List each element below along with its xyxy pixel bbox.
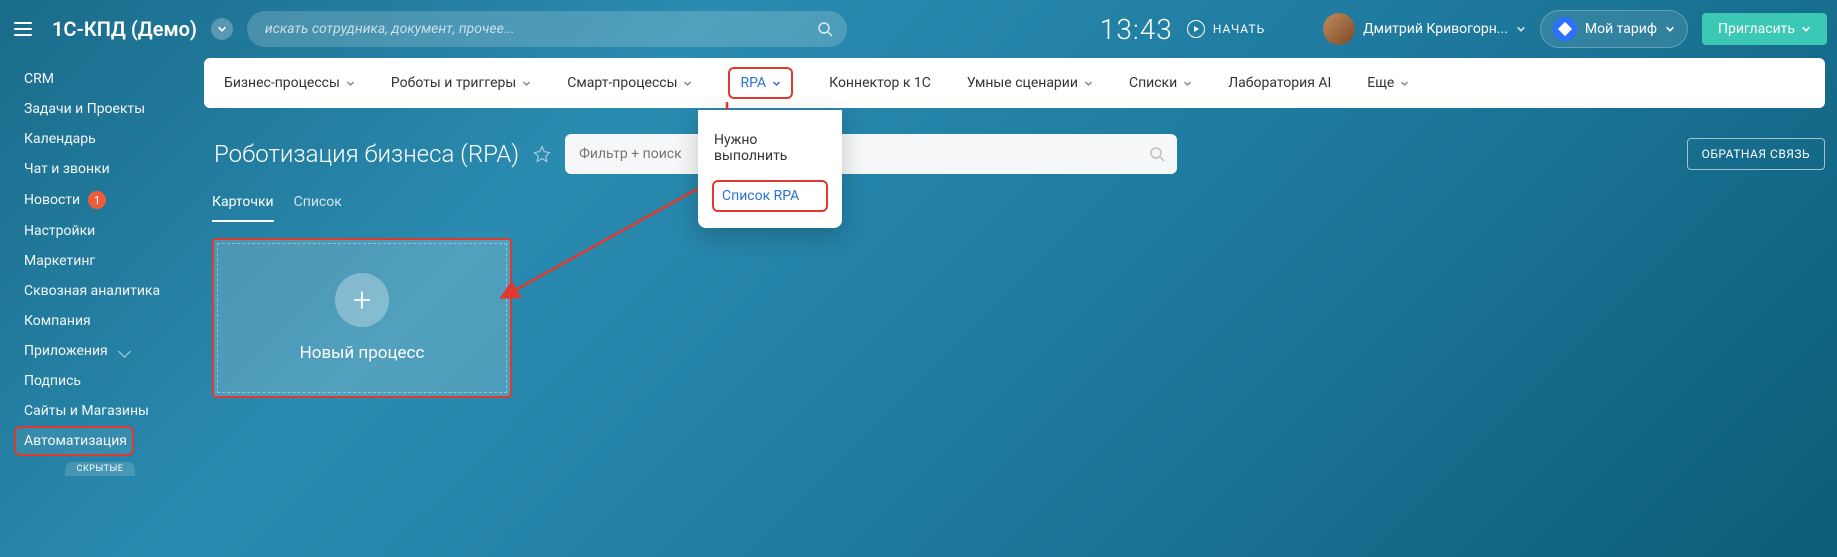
chevron-down-icon bbox=[1400, 79, 1409, 88]
dropdown-item-todo[interactable]: Нужно выполнить bbox=[698, 124, 842, 172]
sidebar-item-marketing[interactable]: Маркетинг bbox=[0, 246, 200, 276]
tab-more[interactable]: Еще bbox=[1367, 75, 1409, 91]
sidebar-label: Маркетинг bbox=[24, 253, 95, 269]
sidebar-item-sign[interactable]: Подпись bbox=[0, 366, 200, 396]
sidebar-label: Календарь bbox=[24, 131, 96, 147]
sidebar: CRM Задачи и Проекты Календарь Чат и зво… bbox=[0, 58, 200, 557]
chevron-down-icon bbox=[1516, 24, 1526, 34]
tab-label: Бизнес-процессы bbox=[224, 75, 340, 91]
sidebar-item-analytics[interactable]: Сквозная аналитика bbox=[0, 276, 200, 306]
tab-label: RPA bbox=[740, 75, 766, 91]
tab-label: Умные сценарии bbox=[967, 75, 1078, 91]
tab-lab[interactable]: Лаборатория AI bbox=[1228, 75, 1331, 91]
tab-label: Роботы и триггеры bbox=[391, 75, 516, 91]
page-title: Роботизация бизнеса (RPA) bbox=[214, 140, 519, 168]
sidebar-label: Подпись bbox=[24, 373, 81, 389]
chevron-down-icon bbox=[346, 79, 355, 88]
chevron-down-icon bbox=[683, 79, 692, 88]
sidebar-item-tasks[interactable]: Задачи и Проекты bbox=[0, 94, 200, 124]
tab-label: Еще bbox=[1367, 75, 1394, 91]
sidebar-label: Чат и звонки bbox=[24, 161, 110, 177]
logo: 1С-КПД (Демо) bbox=[52, 17, 197, 41]
sidebar-hidden-toggle[interactable]: СКРЫТЫЕ bbox=[65, 462, 135, 476]
avatar bbox=[1323, 13, 1355, 45]
view-tabs: Карточки Список bbox=[212, 194, 1825, 222]
tab-label: Коннектор к 1С bbox=[829, 75, 931, 91]
rpa-dropdown: Нужно выполнить Список RPA bbox=[698, 110, 842, 228]
tarif-button[interactable]: Мой тариф bbox=[1540, 10, 1688, 48]
sidebar-label: Автоматизация bbox=[24, 433, 127, 449]
search-input[interactable] bbox=[247, 11, 847, 47]
card-label: Новый процесс bbox=[300, 343, 425, 363]
sidebar-item-settings[interactable]: Настройки bbox=[0, 216, 200, 246]
tab-label: Смарт-процессы bbox=[567, 75, 677, 91]
sidebar-label: Компания bbox=[24, 313, 91, 329]
tab-connector[interactable]: Коннектор к 1С bbox=[829, 75, 931, 91]
search-icon bbox=[1149, 146, 1165, 162]
sidebar-item-chat[interactable]: Чат и звонки bbox=[0, 154, 200, 184]
sidebar-item-sites[interactable]: Сайты и Магазины bbox=[0, 396, 200, 426]
invite-label: Пригласить bbox=[1718, 21, 1795, 37]
main-area: Бизнес-процессы Роботы и триггеры Смарт-… bbox=[200, 58, 1837, 557]
view-tab-cards[interactable]: Карточки bbox=[212, 194, 274, 222]
plus-icon: + bbox=[335, 273, 389, 327]
sidebar-item-automation[interactable]: Автоматизация bbox=[14, 426, 134, 456]
view-tab-list[interactable]: Список bbox=[294, 194, 342, 222]
sidebar-item-company[interactable]: Компания bbox=[0, 306, 200, 336]
sidebar-label: Сайты и Магазины bbox=[24, 403, 149, 419]
tab-label: Лаборатория AI bbox=[1228, 75, 1331, 91]
start-button[interactable]: НАЧАТЬ bbox=[1187, 20, 1265, 38]
tab-rpa[interactable]: RPA bbox=[728, 67, 793, 99]
user-menu[interactable]: Дмитрий Кривогорн... bbox=[1323, 13, 1526, 45]
start-label: НАЧАТЬ bbox=[1213, 22, 1265, 36]
chevron-down-icon bbox=[1183, 79, 1192, 88]
menu-icon[interactable] bbox=[8, 16, 38, 42]
star-icon[interactable] bbox=[533, 145, 551, 163]
tarif-label: Мой тариф bbox=[1585, 21, 1657, 37]
section-tabs: Бизнес-процессы Роботы и триггеры Смарт-… bbox=[204, 58, 1825, 108]
sidebar-label: Новости bbox=[24, 192, 80, 208]
sidebar-label: Задачи и Проекты bbox=[24, 101, 145, 117]
chevron-down-icon bbox=[772, 79, 781, 88]
chevron-down-icon bbox=[1084, 79, 1093, 88]
play-icon bbox=[1187, 20, 1205, 38]
sidebar-label: Приложения bbox=[24, 343, 108, 359]
tab-robots[interactable]: Роботы и триггеры bbox=[391, 75, 531, 91]
invite-button[interactable]: Пригласить bbox=[1702, 13, 1827, 45]
chevron-down-icon bbox=[1665, 24, 1675, 34]
clock: 13:43 bbox=[1100, 13, 1173, 46]
sidebar-item-crm[interactable]: CRM bbox=[0, 64, 200, 94]
tab-smart-scenarios[interactable]: Умные сценарии bbox=[967, 75, 1093, 91]
global-search bbox=[247, 11, 847, 47]
dropdown-item-rpa-list[interactable]: Список RPA bbox=[712, 180, 828, 212]
filter-input[interactable] bbox=[579, 146, 1141, 162]
chevron-down-icon bbox=[1801, 24, 1811, 34]
title-bar: Роботизация бизнеса (RPA) ОБРАТНАЯ СВЯЗЬ bbox=[214, 134, 1825, 174]
new-process-card[interactable]: + Новый процесс bbox=[212, 238, 512, 398]
sidebar-item-calendar[interactable]: Календарь bbox=[0, 124, 200, 154]
tab-lists[interactable]: Списки bbox=[1129, 75, 1192, 91]
sidebar-label: Сквозная аналитика bbox=[24, 283, 160, 299]
logo-dropdown-icon[interactable] bbox=[211, 18, 233, 40]
feedback-button[interactable]: ОБРАТНАЯ СВЯЗЬ bbox=[1687, 138, 1825, 170]
filter-search bbox=[565, 134, 1177, 174]
tab-smart[interactable]: Смарт-процессы bbox=[567, 75, 692, 91]
topbar: 1С-КПД (Демо) 13:43 НАЧАТЬ Дмитрий Криво… bbox=[0, 0, 1837, 58]
user-name: Дмитрий Кривогорн... bbox=[1363, 21, 1508, 37]
sidebar-label: CRM bbox=[24, 71, 54, 87]
tab-label: Списки bbox=[1129, 75, 1177, 91]
tab-biz-processes[interactable]: Бизнес-процессы bbox=[224, 75, 355, 91]
sidebar-label: Настройки bbox=[24, 223, 95, 239]
news-badge: 1 bbox=[88, 191, 106, 209]
diamond-icon bbox=[1553, 17, 1577, 41]
chevron-down-icon bbox=[522, 79, 531, 88]
search-icon bbox=[817, 21, 833, 37]
sidebar-item-news[interactable]: Новости 1 bbox=[0, 184, 200, 216]
sidebar-item-apps[interactable]: Приложения bbox=[0, 336, 200, 366]
